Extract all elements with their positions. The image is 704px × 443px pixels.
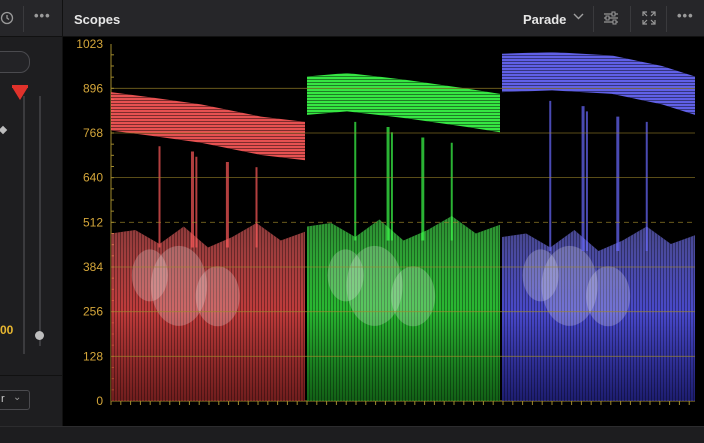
parade-highlight [586,266,631,327]
keyframe-diamond-icon[interactable] [0,125,8,135]
parade-scope: 1023 896 768 640 512 384 256 128 0 [63,37,704,426]
parade-band-texture [307,72,500,133]
y-tick-label: 640 [83,171,103,185]
divider [0,375,62,376]
left-dropdown-label: r [1,393,5,405]
parade-highlight [327,249,364,302]
left-dropdown[interactable]: r ⌄ [0,390,30,410]
y-tick-label: 128 [83,349,103,363]
slider-track-secondary [39,96,41,346]
y-tick-label: 0 [96,394,103,408]
header-separator [23,6,24,32]
more-icon[interactable]: ••• [677,9,694,23]
settings-sliders-icon[interactable] [603,11,619,27]
more-icon[interactable]: ••• [34,9,51,23]
y-tick-label: 1023 [76,37,103,51]
expand-icon[interactable] [642,11,656,27]
slider-track [23,96,25,354]
y-tick-label: 768 [83,126,103,140]
panel-title: Scopes [74,12,121,27]
left-panel: ••• 00 r ⌄ [0,0,63,426]
header-separator [593,6,594,32]
parade-band-texture [502,52,695,115]
gain-value: 00 [0,323,14,337]
bottom-bar [0,426,704,443]
parade-highlight [391,266,436,327]
left-pill-control[interactable] [0,51,30,73]
parade-scope-svg: 1023 896 768 640 512 384 256 128 0 [76,37,695,408]
history-icon[interactable] [0,11,14,27]
y-tick-label: 512 [83,215,103,229]
header-separator [630,6,631,32]
header-separator [666,6,667,32]
chevron-down-icon: ⌄ [13,392,22,403]
chevron-down-icon [573,11,584,25]
scopes-header: Scopes Parade ••• [63,0,704,37]
y-tick-label: 256 [83,305,103,319]
y-tick-label: 384 [83,260,103,274]
scopes-panel: Scopes Parade ••• 1023 896 768 640 512 3… [63,0,704,426]
parade-highlight [522,249,559,302]
parade-band-texture [111,92,305,161]
parade-highlight [131,249,168,302]
parade-traces [111,52,695,401]
slider-knob[interactable] [35,331,44,340]
red-marker-handle[interactable] [12,87,28,100]
scope-mode-select[interactable]: Parade [523,11,584,29]
y-tick-label: 896 [83,81,103,95]
parade-highlight [195,266,240,327]
left-panel-header: ••• [0,0,62,37]
scope-mode-label: Parade [523,12,567,27]
